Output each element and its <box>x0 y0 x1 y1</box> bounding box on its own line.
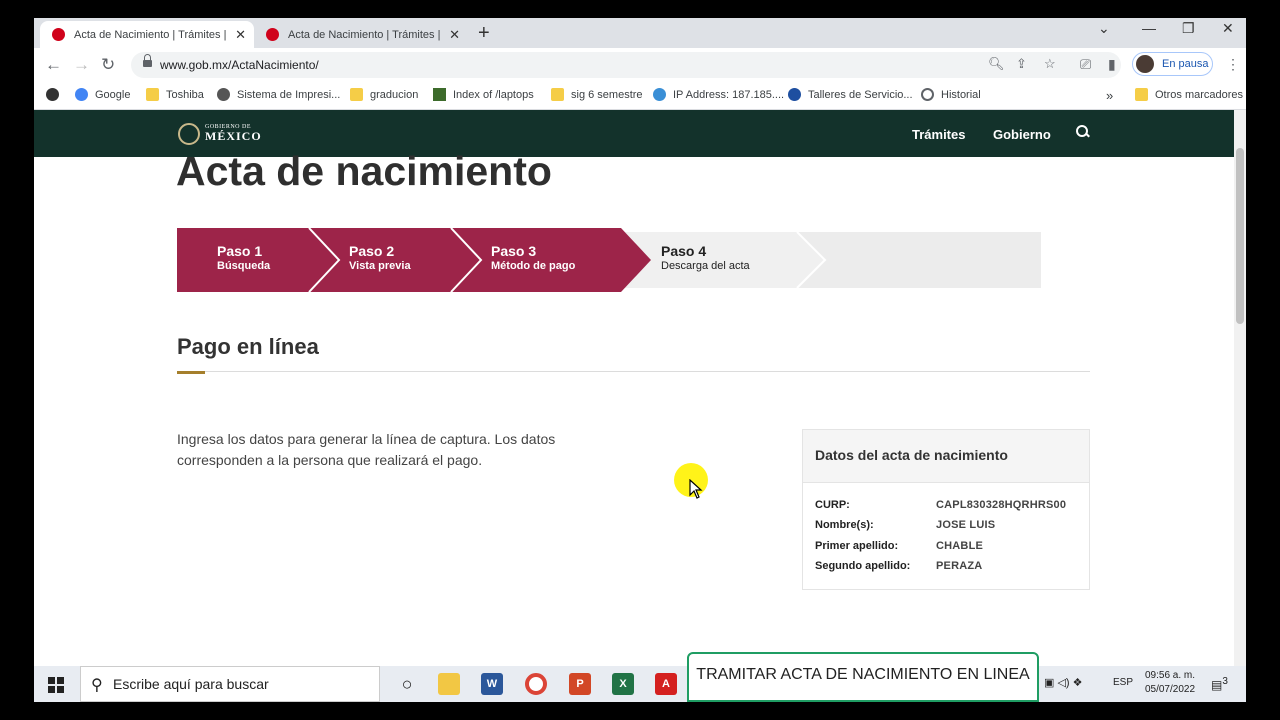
browser-toolbar: ← → ↻ www.gob.mx/ActaNacimiento/ 🔍︎ ⇪ ☆ … <box>34 48 1246 82</box>
profile-button[interactable]: En pausa <box>1132 52 1213 76</box>
clock-time: 09:56 a. m. <box>1144 670 1196 681</box>
url-text: www.gob.mx/ActaNacimiento/ <box>160 58 319 72</box>
bookmark-historial[interactable]: Historial <box>921 88 981 101</box>
taskbar-search-box[interactable]: ⚲ Escribe aquí para buscar <box>80 666 380 702</box>
apps-icon[interactable] <box>46 88 66 101</box>
globe-icon <box>653 88 666 101</box>
side-panel-icon[interactable]: ▮ <box>1108 56 1116 73</box>
word-icon[interactable]: W <box>481 673 503 695</box>
bookmark-ip-address[interactable]: IP Address: 187.185.... <box>653 88 784 101</box>
bookmark-talleres[interactable]: Talleres de Servicio... <box>788 88 913 101</box>
folder-icon <box>1135 88 1148 101</box>
panel-row-nombre: Nombre(s): JOSE LUIS <box>815 519 996 531</box>
panel-row-primer-apellido: Primer apellido: CHABLE <box>815 540 984 552</box>
bookmark-star-icon[interactable]: ☆ <box>1044 56 1056 72</box>
zoom-icon[interactable]: 🔍︎ <box>988 56 1005 72</box>
more-bookmarks-chevron[interactable]: » <box>1106 88 1113 103</box>
seal-icon <box>178 123 200 145</box>
browser-tab-2[interactable]: Acta de Nacimiento | Trámites | g ✕ <box>254 21 468 48</box>
scrollbar-thumb[interactable] <box>1236 148 1244 324</box>
excel-icon[interactable]: X <box>612 673 634 695</box>
gob-favicon-icon <box>266 28 279 41</box>
bookmark-index-laptops[interactable]: Index of /laptops <box>433 88 534 101</box>
windows-start-icon[interactable] <box>48 677 64 693</box>
profile-label: En pausa <box>1162 58 1209 70</box>
close-tab-icon[interactable]: ✕ <box>449 27 460 43</box>
share-icon[interactable]: ⇪ <box>1016 56 1027 72</box>
cast-icon[interactable]: ⎚ <box>1080 56 1091 73</box>
minimize-icon[interactable]: — <box>1142 20 1156 36</box>
history-icon <box>921 88 934 101</box>
google-icon <box>75 88 88 101</box>
browser-window: Acta de Nacimiento | Trámites | g ✕ Acta… <box>34 18 1246 702</box>
close-tab-icon[interactable]: ✕ <box>235 27 246 43</box>
bookmark-sig-6-semestre[interactable]: sig 6 semestre <box>551 88 643 101</box>
clock-date: 05/07/2022 <box>1144 684 1196 695</box>
menu-tramites[interactable]: Trámites <box>912 127 965 142</box>
address-bar[interactable]: www.gob.mx/ActaNacimiento/ 🔍︎ ⇪ ☆ <box>131 52 1121 78</box>
kebab-menu-icon[interactable]: ⋮ <box>1226 56 1240 73</box>
globe-icon <box>217 88 230 101</box>
step-5-shape <box>797 232 1041 288</box>
file-explorer-icon[interactable] <box>438 673 460 695</box>
section-divider <box>177 371 1090 372</box>
browser-tab-1[interactable]: Acta de Nacimiento | Trámites | g ✕ <box>40 21 254 48</box>
powerpoint-icon[interactable]: P <box>569 673 591 695</box>
step-4: Paso 4 Descarga del acta <box>661 243 750 272</box>
panel-title: Datos del acta de nacimiento <box>803 430 1089 483</box>
tab-title: Acta de Nacimiento | Trámites | g <box>288 28 444 41</box>
step-2: Paso 2 Vista previa <box>349 243 411 272</box>
panel-row-curp: CURP: CAPL830328HQRHRS00 <box>815 499 1067 511</box>
page-title: Acta de nacimiento <box>176 148 552 194</box>
intro-text: Ingresa los datos para generar la línea … <box>177 431 556 468</box>
birth-certificate-panel: Datos del acta de nacimiento CURP: CAPL83… <box>802 429 1090 590</box>
panel-row-segundo-apellido: Segundo apellido: PERAZA <box>815 560 983 572</box>
page-content: GOBIERNO DE MÉXICO Trámites Gobierno Act… <box>34 110 1234 702</box>
restore-icon[interactable]: ❐ <box>1182 20 1195 37</box>
tab-strip: Acta de Nacimiento | Trámites | g ✕ Acta… <box>34 18 1246 48</box>
close-window-icon[interactable]: ✕ <box>1222 20 1234 37</box>
folder-icon <box>551 88 564 101</box>
acrobat-icon[interactable]: A <box>655 673 677 695</box>
site-icon <box>433 88 446 101</box>
ge-icon <box>788 88 801 101</box>
folder-icon <box>350 88 363 101</box>
windows-taskbar: ⚲ Escribe aquí para buscar ○ W P X A ▣ ◁… <box>34 666 1246 702</box>
back-icon[interactable]: ← <box>45 55 62 75</box>
notification-icon[interactable]: ▤3 <box>1211 676 1228 692</box>
language-indicator[interactable]: ESP <box>1113 677 1133 688</box>
gob-favicon-icon <box>52 28 65 41</box>
avatar <box>1136 55 1154 73</box>
clock[interactable]: 09:56 a. m. 05/07/2022 <box>1142 670 1198 695</box>
other-bookmarks[interactable]: Otros marcadores <box>1135 88 1243 101</box>
tab-search-chevron-icon[interactable]: ⌄ <box>1098 20 1110 37</box>
menu-gobierno[interactable]: Gobierno <box>993 127 1051 142</box>
forward-icon[interactable]: → <box>73 55 90 75</box>
task-view-icon[interactable]: ○ <box>396 673 418 695</box>
step-1: Paso 1 Búsqueda <box>217 243 271 272</box>
steps-svg <box>177 228 1041 292</box>
page-scrollbar[interactable] <box>1234 110 1246 702</box>
bookmark-toshiba[interactable]: Toshiba <box>146 88 204 101</box>
search-icon: ⚲ <box>91 677 103 694</box>
section-title: Pago en línea <box>177 334 319 359</box>
tray-icons[interactable]: ▣ ◁) ❖ <box>1044 676 1083 689</box>
lock-icon <box>143 54 152 68</box>
folder-icon <box>146 88 159 101</box>
gob-logo[interactable]: GOBIERNO DE MÉXICO <box>178 123 262 145</box>
bookmark-graducion[interactable]: graducion <box>350 88 418 101</box>
chrome-icon[interactable] <box>525 673 547 695</box>
reload-icon[interactable]: ↻ <box>101 55 115 75</box>
bookmarks-bar: Google Toshiba Sistema de Impresi... gra… <box>34 82 1246 110</box>
mouse-cursor-icon <box>689 479 703 499</box>
search-icon[interactable] <box>1076 125 1090 139</box>
tramitar-banner[interactable]: TRAMITAR ACTA DE NACIMIENTO EN LINEA <box>687 652 1039 702</box>
tab-title: Acta de Nacimiento | Trámites | g <box>74 28 230 41</box>
bookmark-sistema[interactable]: Sistema de Impresi... <box>217 88 340 101</box>
new-tab-icon[interactable]: + <box>478 22 490 45</box>
bookmark-google[interactable]: Google <box>75 88 130 101</box>
progress-steps: Paso 1 Búsqueda Paso 2 Vista previa Paso… <box>177 228 1041 292</box>
section-divider-accent <box>177 371 205 374</box>
step-3: Paso 3 Método de pago <box>491 243 576 272</box>
